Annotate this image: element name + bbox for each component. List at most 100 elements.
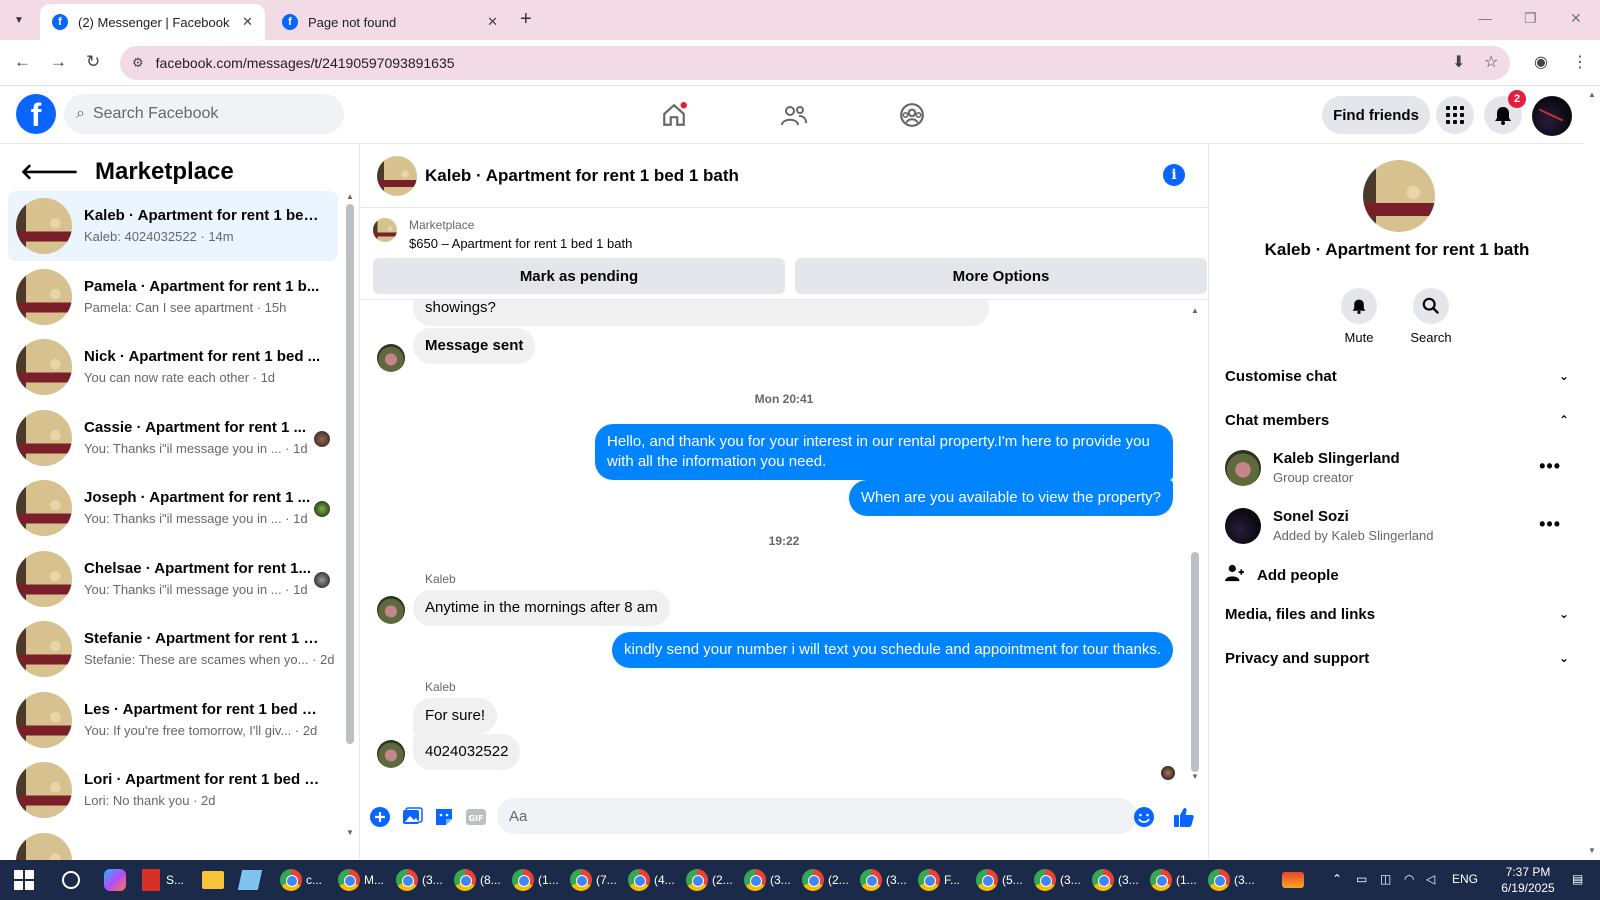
account-avatar[interactable] (1532, 96, 1572, 136)
taskbar-chrome-window[interactable]: (2... (686, 866, 733, 894)
conversation-item[interactable]: Kaleb · Apartment for rent 1 bed... Kale… (8, 191, 338, 261)
taskbar-chrome-window[interactable]: (3... (744, 866, 791, 894)
tab-messenger[interactable]: f (2) Messenger | Facebook ✕ (40, 4, 265, 40)
chat-member[interactable]: Kaleb Slingerland Group creator ••• (1225, 446, 1569, 490)
conversation-item[interactable]: Pamela · Apartment for rent 1 b... Pamel… (8, 262, 338, 332)
notification-center-icon[interactable]: ▤ (1572, 872, 1583, 886)
tray-language[interactable]: ENG (1452, 872, 1478, 886)
taskbar-chrome-window[interactable]: (3... (1034, 866, 1081, 894)
minimize-icon[interactable]: — (1478, 10, 1492, 26)
taskbar-chrome-window[interactable]: F... (918, 866, 960, 894)
taskbar-chrome-window[interactable]: M... (338, 866, 384, 894)
scroll-up-arrow-icon[interactable]: ▲ (1191, 306, 1199, 315)
mark-pending-button[interactable]: Mark as pending (373, 258, 785, 294)
friends-icon[interactable] (774, 98, 814, 132)
taskbar-chrome-window[interactable]: (1... (1150, 866, 1197, 894)
taskbar-chrome-window[interactable]: (3... (396, 866, 443, 894)
taskbar-chrome-window[interactable]: (7... (570, 866, 617, 894)
taskbar-app[interactable]: S... (142, 866, 184, 894)
conversation-item[interactable]: Nick · Apartment for rent 1 bed ... You … (8, 332, 338, 402)
menu-grid-icon[interactable] (1436, 96, 1474, 134)
back-arrow-icon[interactable]: 🡐 (20, 159, 79, 185)
tray-wifi-icon[interactable]: ◠ (1404, 872, 1414, 886)
url-omnibox[interactable]: ⚙ facebook.com/messages/t/24190597093891… (120, 46, 1510, 80)
copilot-app-icon[interactable] (104, 866, 126, 894)
forward-arrow-icon[interactable]: → (50, 52, 67, 72)
facebook-search-input[interactable]: ⌕ Search Facebook (64, 94, 344, 134)
home-icon[interactable] (654, 98, 694, 132)
listing-price[interactable]: $650 – Apartment for rent 1 bed 1 bath (409, 236, 632, 251)
mute-button[interactable]: Mute (1329, 288, 1389, 345)
taskbar-clock[interactable]: 7:37 PM 6/19/2025 (1488, 864, 1568, 896)
more-options-button[interactable]: More Options (795, 258, 1207, 294)
tab-search-chevron-icon[interactable]: ▼ (8, 9, 30, 31)
conversation-item-partial[interactable] (8, 826, 338, 860)
conversation-item[interactable]: Stefanie · Apartment for rent 1 b... Ste… (8, 614, 338, 684)
install-app-icon[interactable]: ⬇ (1452, 52, 1465, 72)
thumbs-up-icon[interactable] (1173, 806, 1195, 828)
tray-chevron-up-icon[interactable]: ⌃ (1332, 872, 1342, 886)
page-scroll-up-icon[interactable]: ▲ (1588, 90, 1596, 99)
chat-avatar[interactable] (377, 156, 417, 196)
close-window-icon[interactable]: ✕ (1570, 10, 1582, 27)
scroll-down-arrow-icon[interactable]: ▼ (1191, 772, 1199, 781)
scroll-down-arrow-icon[interactable]: ▼ (346, 828, 354, 837)
tray-battery-icon[interactable]: ▭ (1356, 872, 1367, 886)
new-tab-plus-icon[interactable]: + (520, 8, 532, 31)
taskbar-chrome-window[interactable]: c... (280, 866, 322, 894)
windows-start-icon[interactable] (14, 870, 34, 890)
groups-icon[interactable] (892, 98, 932, 132)
privacy-support-section[interactable]: Privacy and support ⌄ (1225, 646, 1569, 670)
sidebar-scrollbar[interactable] (346, 204, 354, 744)
chat-member[interactable]: Sonel Sozi Added by Kaleb Slingerland ••… (1225, 504, 1569, 548)
chat-members-section[interactable]: Chat members ⌃ (1225, 408, 1569, 432)
find-friends-button[interactable]: Find friends (1322, 96, 1430, 134)
site-settings-icon[interactable]: ⚙ (132, 55, 144, 71)
add-people-button[interactable]: Add people (1225, 564, 1339, 586)
file-explorer-icon[interactable] (202, 866, 224, 894)
scroll-up-arrow-icon[interactable]: ▲ (346, 192, 354, 201)
taskbar-chrome-window[interactable]: (4... (628, 866, 675, 894)
tab-page-not-found[interactable]: f Page not found ✕ (270, 4, 510, 40)
back-arrow-icon[interactable]: ← (14, 52, 31, 72)
notepad-icon[interactable] (237, 866, 263, 894)
conversation-item[interactable]: Les · Apartment for rent 1 bed 1 ... You… (8, 685, 338, 755)
taskbar-chrome-window[interactable]: (2... (802, 866, 849, 894)
reload-icon[interactable]: ↻ (86, 52, 100, 72)
tray-camera-icon[interactable]: ◫ (1380, 872, 1391, 886)
taskbar-chrome-window[interactable]: (3... (1208, 866, 1255, 894)
photo-icon[interactable] (401, 806, 423, 828)
chat-title[interactable]: Kaleb · Apartment for rent 1 bed 1 bath (425, 166, 739, 186)
emoji-icon[interactable] (1133, 806, 1155, 828)
info-icon[interactable]: i (1163, 164, 1185, 186)
taskbar-chrome-window[interactable]: (1... (512, 866, 559, 894)
taskbar-chrome-window[interactable]: (8... (454, 866, 501, 894)
tab-close-icon[interactable]: ✕ (242, 14, 253, 30)
more-options-icon[interactable]: ••• (1539, 456, 1561, 477)
taskbar-chrome-window[interactable]: (3... (860, 866, 907, 894)
taskbar-chrome-window[interactable]: (5... (976, 866, 1023, 894)
listing-thumbnail[interactable] (373, 218, 397, 242)
tray-volume-icon[interactable]: ◁ (1426, 872, 1435, 886)
restore-icon[interactable]: ❐ (1524, 10, 1537, 27)
conversation-item[interactable]: Cassie · Apartment for rent 1 ... You: T… (8, 403, 338, 473)
facebook-logo-icon[interactable]: f (16, 94, 56, 134)
conversation-item[interactable]: Chelsae · Apartment for rent 1... You: T… (8, 544, 338, 614)
conversation-item[interactable]: Joseph · Apartment for rent 1 ... You: T… (8, 473, 338, 543)
browser-menu-icon[interactable]: ⋮ (1572, 52, 1588, 72)
search-in-chat-button[interactable]: Search (1401, 288, 1461, 345)
page-scroll-down-icon[interactable]: ▼ (1588, 846, 1596, 855)
customise-chat-section[interactable]: Customise chat ⌄ (1225, 364, 1569, 388)
conversation-item[interactable]: Lori · Apartment for rent 1 bed 1... Lor… (8, 755, 338, 825)
taskbar-chrome-window[interactable]: (3... (1092, 866, 1139, 894)
chat-scrollbar[interactable] (1191, 552, 1199, 772)
more-options-icon[interactable]: ••• (1539, 514, 1561, 535)
bookmark-star-icon[interactable]: ☆ (1484, 52, 1498, 72)
media-files-section[interactable]: Media, files and links ⌄ (1225, 602, 1569, 626)
taskbar-search-icon[interactable] (62, 871, 80, 889)
tab-close-icon[interactable]: ✕ (487, 14, 498, 30)
news-widget-icon[interactable] (1282, 866, 1304, 894)
plus-circle-icon[interactable] (369, 806, 391, 828)
gif-icon[interactable]: GIF (465, 806, 487, 828)
profile-icon[interactable]: ◉ (1534, 52, 1548, 72)
